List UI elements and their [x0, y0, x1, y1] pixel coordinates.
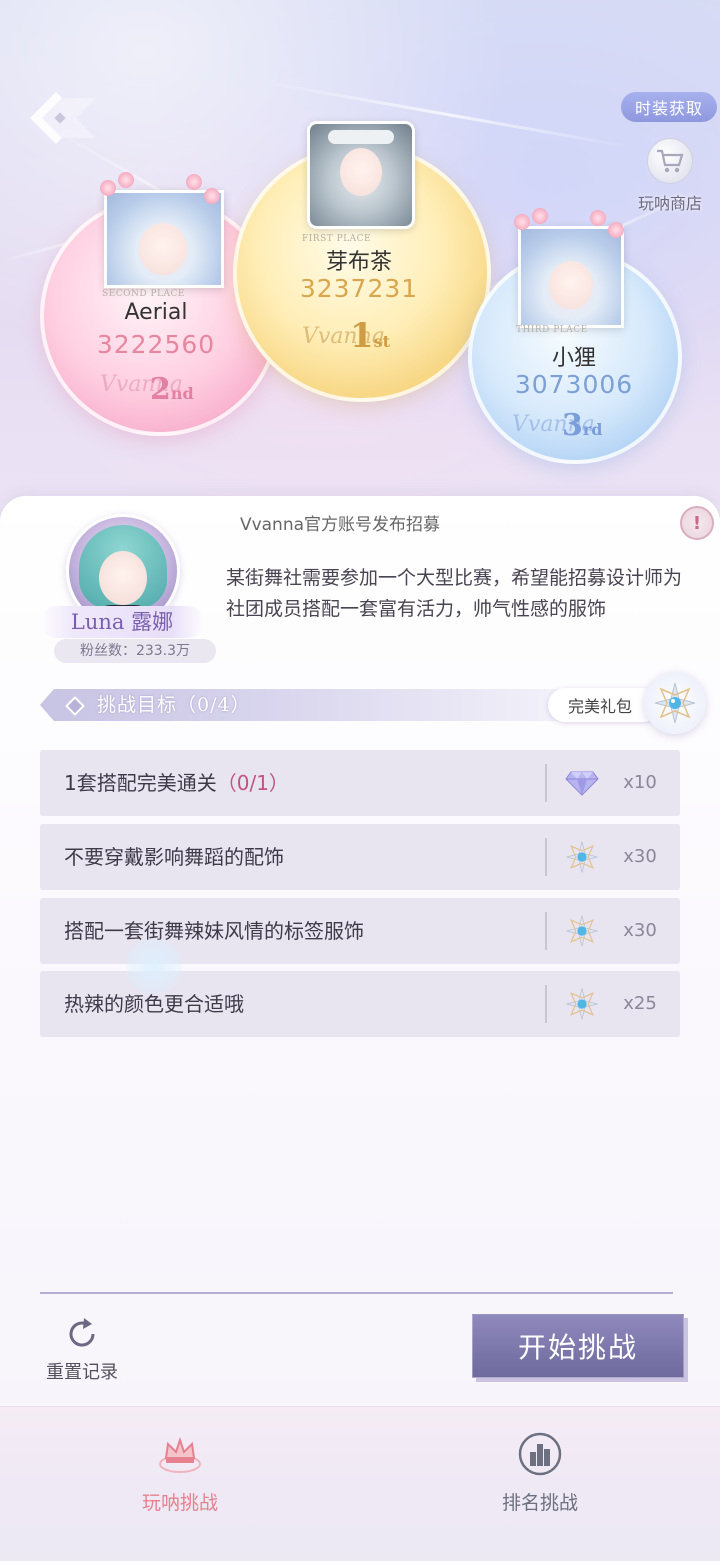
tab-vvanna-challenge[interactable]: 玩呐挑战	[100, 1430, 260, 1515]
task-text: 1套搭配完美通关	[64, 771, 217, 795]
reset-record-button[interactable]: 重置记录	[36, 1316, 128, 1384]
recruit-description: 某街舞社需要参加一个大型比赛，希望能招募设计师为社团成员搭配一套富有活力，帅气性…	[226, 567, 683, 620]
reward-count: x30	[623, 846, 657, 867]
reset-label: 重置记录	[46, 1362, 118, 1383]
player-score-second: 3222560	[96, 330, 216, 359]
player-name-second: Aerial	[124, 300, 188, 325]
rank-number-second: 2nd	[150, 372, 194, 407]
info-alert-icon[interactable]: !	[680, 506, 714, 540]
divider	[545, 764, 547, 802]
player-score-first: 3237231	[299, 274, 419, 303]
player-score-third: 3073006	[514, 370, 634, 399]
reward-count: x25	[623, 993, 657, 1014]
fans-count: 粉丝数：233.3万	[54, 639, 216, 663]
touch-ripple	[126, 938, 182, 994]
task-text: 搭配一套街舞辣妹风情的标签服饰	[64, 919, 364, 943]
tab-label: 排名挑战	[501, 1492, 578, 1514]
crown-badge-icon	[156, 1430, 204, 1478]
goals-title: 挑战目标（0/4）	[97, 694, 251, 716]
reward-count: x10	[623, 772, 657, 793]
place-tag-first: FIRST PLACE	[302, 234, 372, 244]
rank-number-third: 3rd	[562, 408, 603, 443]
task-row[interactable]: 不要穿戴影响舞蹈的配饰 x30	[40, 824, 680, 890]
npc-name: Luna 露娜	[40, 606, 204, 638]
place-tag-second: SECOND PLACE	[102, 289, 185, 299]
task-row[interactable]: 1套搭配完美通关（0/1） x10	[40, 750, 680, 816]
diamond-icon	[564, 766, 600, 800]
reward-count: x30	[623, 920, 657, 941]
avatar-second[interactable]	[104, 190, 224, 288]
divider	[545, 912, 547, 950]
star-gem-icon	[564, 914, 600, 948]
shop-label: 玩呐商店	[637, 194, 702, 213]
divider	[545, 838, 547, 876]
gift-label: 完美礼包	[568, 697, 633, 716]
task-text: 不要穿戴影响舞蹈的配饰	[64, 845, 284, 869]
outfit-acquire-button[interactable]: 时装获取	[621, 92, 717, 122]
divider	[545, 985, 547, 1023]
back-button[interactable]	[26, 88, 96, 148]
task-progress: （0/1）	[216, 771, 289, 795]
section-divider	[40, 1292, 673, 1294]
ranking-bars-icon	[516, 1430, 564, 1478]
tab-label: 玩呐挑战	[141, 1492, 218, 1514]
start-challenge-button[interactable]: 开始挑战	[472, 1314, 684, 1378]
place-tag-third: THIRD PLACE	[516, 325, 588, 335]
player-name-third: 小狸	[551, 346, 596, 371]
star-gem-icon	[564, 840, 600, 874]
player-name-first: 芽布茶	[325, 250, 392, 275]
refresh-icon	[64, 1316, 100, 1352]
star-gem-icon[interactable]	[644, 672, 706, 734]
tab-ranking-challenge[interactable]: 排名挑战	[460, 1430, 620, 1515]
task-text: 热辣的颜色更合适哦	[64, 992, 244, 1016]
rank-number-first: 1st	[350, 316, 391, 356]
shop-button[interactable]: 玩呐商店	[628, 138, 712, 218]
cart-icon	[647, 138, 693, 184]
avatar-first[interactable]	[307, 121, 415, 229]
avatar-third[interactable]	[518, 226, 624, 328]
back-arrow-icon	[30, 92, 96, 144]
star-gem-icon	[564, 987, 600, 1021]
